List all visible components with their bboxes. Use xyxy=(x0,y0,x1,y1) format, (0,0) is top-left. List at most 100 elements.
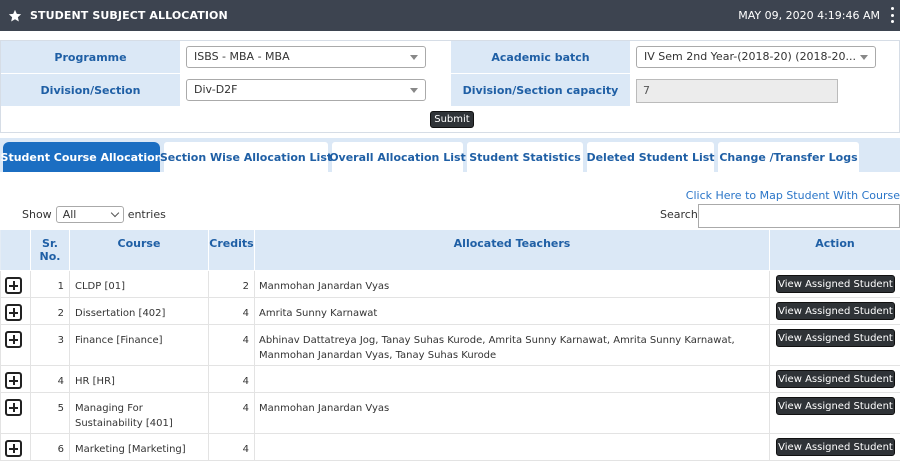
programme-value: ISBS - MBA - MBA xyxy=(194,50,290,63)
expand-cell xyxy=(0,433,31,461)
division-label: Division/Section xyxy=(1,74,181,107)
allocated-teachers-cell: Manmohan Janardan Vyas xyxy=(254,392,770,434)
course-cell: Managing For Sustainability [401] xyxy=(69,392,209,434)
programme-select[interactable]: ISBS - MBA - MBA xyxy=(186,46,426,68)
allocation-filter-form: Programme ISBS - MBA - MBA Academic batc… xyxy=(0,40,900,133)
caret-down-icon xyxy=(860,55,868,60)
expand-cell xyxy=(0,270,31,298)
view-assigned-student-button[interactable]: View Assigned Student xyxy=(776,370,895,388)
view-assigned-student-button[interactable]: View Assigned Student xyxy=(776,275,895,293)
submit-button[interactable]: Submit xyxy=(430,111,474,128)
academic-batch-value: IV Sem 2nd Year-(2018-20) (2018-20... xyxy=(644,50,857,63)
tab-bar: Student Course Allocation Section Wise A… xyxy=(0,138,900,172)
sr-no-cell: 4 xyxy=(30,365,70,393)
action-cell: View Assigned Student xyxy=(769,270,900,298)
course-cell: Finance [Finance] xyxy=(69,324,209,366)
credits-cell: 4 xyxy=(208,433,255,461)
allocated-teachers-cell xyxy=(254,365,770,393)
action-cell: View Assigned Student xyxy=(769,392,900,434)
course-column-header[interactable]: Course xyxy=(69,229,209,271)
division-capacity-cell: 7 xyxy=(631,74,899,107)
search-label: Search: xyxy=(660,208,702,221)
allocated-teachers-column-header[interactable]: Allocated Teachers xyxy=(254,229,770,271)
action-cell: View Assigned Student xyxy=(769,324,900,366)
action-cell: View Assigned Student xyxy=(769,433,900,461)
expand-plus-icon[interactable] xyxy=(5,440,22,457)
kebab-menu-icon[interactable] xyxy=(889,7,895,23)
sr-no-cell: 3 xyxy=(30,324,70,366)
view-assigned-student-button[interactable]: View Assigned Student xyxy=(776,329,895,347)
division-capacity-input: 7 xyxy=(636,79,838,103)
tab-section-wise-allocation-list[interactable]: Section Wise Allocation List xyxy=(160,142,332,172)
course-cell: CLDP [01] xyxy=(69,270,209,298)
course-cell: Dissertation [402] xyxy=(69,297,209,325)
caret-down-icon xyxy=(410,88,418,93)
table-row: 6 Marketing [Marketing] 4 View Assigned … xyxy=(0,433,900,461)
caret-down-icon xyxy=(410,55,418,60)
view-assigned-student-button[interactable]: View Assigned Student xyxy=(776,438,895,456)
sr-no-cell: 1 xyxy=(30,270,70,298)
credits-column-header[interactable]: Credits xyxy=(208,229,255,271)
star-icon xyxy=(8,9,22,22)
expand-cell xyxy=(0,392,31,434)
action-cell: View Assigned Student xyxy=(769,297,900,325)
academic-batch-select[interactable]: IV Sem 2nd Year-(2018-20) (2018-20... xyxy=(636,46,876,68)
credits-cell: 4 xyxy=(208,297,255,325)
course-cell: HR [HR] xyxy=(69,365,209,393)
map-student-with-course-link[interactable]: Click Here to Map Student With Course xyxy=(686,189,900,202)
course-allocation-table: Sr. No. Course Credits Allocated Teacher… xyxy=(0,229,900,461)
form-row-2: Division/Section Div-D2F Division/Sectio… xyxy=(1,74,899,107)
current-datetime: MAY 09, 2020 4:19:46 AM xyxy=(738,9,880,22)
allocated-teachers-cell: Abhinav Dattatreya Jog, Tanay Suhas Kuro… xyxy=(254,324,770,366)
expand-cell xyxy=(0,365,31,393)
credits-cell: 4 xyxy=(208,392,255,434)
form-row-1: Programme ISBS - MBA - MBA Academic batc… xyxy=(1,41,899,74)
allocated-teachers-cell: Amrita Sunny Karnawat xyxy=(254,297,770,325)
table-row: 1 CLDP [01] 2 Manmohan Janardan Vyas Vie… xyxy=(0,270,900,298)
credits-cell: 4 xyxy=(208,365,255,393)
allocated-teachers-cell: Manmohan Janardan Vyas xyxy=(254,270,770,298)
allocated-teachers-cell xyxy=(254,433,770,461)
table-row: 4 HR [HR] 4 View Assigned Student xyxy=(0,365,900,393)
tab-student-course-allocation[interactable]: Student Course Allocation xyxy=(1,142,162,172)
expand-column-header xyxy=(0,229,31,271)
page-title: STUDENT SUBJECT ALLOCATION xyxy=(30,9,228,22)
entries-select[interactable]: All xyxy=(55,206,124,223)
tab-deleted-student-list[interactable]: Deleted Student List xyxy=(586,142,715,172)
sr-no-cell: 6 xyxy=(30,433,70,461)
view-assigned-student-button[interactable]: View Assigned Student xyxy=(776,302,895,320)
expand-plus-icon[interactable] xyxy=(5,277,22,294)
tab-student-statistics[interactable]: Student Statistics xyxy=(467,142,583,172)
programme-cell: ISBS - MBA - MBA xyxy=(181,41,451,74)
table-row: 3 Finance [Finance] 4 Abhinav Dattatreya… xyxy=(0,324,900,366)
tab-overall-allocation-list[interactable]: Overall Allocation List xyxy=(329,142,466,172)
table-row: 5 Managing For Sustainability [401] 4 Ma… xyxy=(0,392,900,434)
expand-plus-icon[interactable] xyxy=(5,304,22,321)
academic-batch-cell: IV Sem 2nd Year-(2018-20) (2018-20... xyxy=(631,41,899,74)
sr-no-column-header[interactable]: Sr. No. xyxy=(30,229,70,271)
show-label: Show xyxy=(22,208,52,221)
division-capacity-label: Division/Section capacity xyxy=(451,74,631,107)
chevron-down-icon xyxy=(110,208,119,218)
sr-no-cell: 2 xyxy=(30,297,70,325)
action-column-header: Action xyxy=(769,229,900,271)
table-header-row: Sr. No. Course Credits Allocated Teacher… xyxy=(0,229,900,271)
tab-change-transfer-logs[interactable]: Change /Transfer Logs xyxy=(718,142,859,172)
credits-cell: 2 xyxy=(208,270,255,298)
division-select[interactable]: Div-D2F xyxy=(186,79,426,101)
table-row: 2 Dissertation [402] 4 Amrita Sunny Karn… xyxy=(0,297,900,325)
expand-cell xyxy=(0,324,31,366)
entries-label: entries xyxy=(127,208,166,221)
division-cell: Div-D2F xyxy=(181,74,451,107)
expand-plus-icon[interactable] xyxy=(5,331,22,348)
division-value: Div-D2F xyxy=(194,83,238,96)
search-input[interactable] xyxy=(698,204,900,228)
view-assigned-student-button[interactable]: View Assigned Student xyxy=(776,397,895,415)
academic-batch-label: Academic batch xyxy=(451,41,631,74)
show-entries-control: Show All entries xyxy=(22,206,166,223)
top-bar: STUDENT SUBJECT ALLOCATION MAY 09, 2020 … xyxy=(0,0,900,31)
expand-plus-icon[interactable] xyxy=(5,399,22,416)
course-cell: Marketing [Marketing] xyxy=(69,433,209,461)
expand-plus-icon[interactable] xyxy=(5,372,22,389)
programme-label: Programme xyxy=(1,41,181,74)
